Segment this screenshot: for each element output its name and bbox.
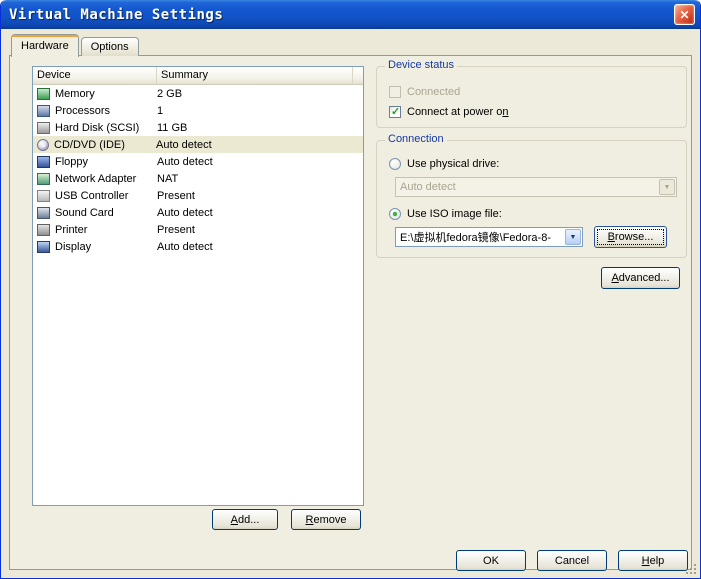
- device-summary: 11 GB: [157, 121, 188, 134]
- use-physical-drive-radio[interactable]: Use physical drive:: [389, 157, 499, 171]
- device-name: Memory: [55, 87, 95, 100]
- remove-button[interactable]: Remove: [291, 509, 361, 530]
- connection-group-label: Connection: [385, 133, 447, 145]
- device-name: Printer: [55, 223, 88, 236]
- column-header-device: Device: [33, 67, 157, 85]
- hard-disk-icon: [37, 121, 50, 134]
- ok-button[interactable]: OK: [456, 550, 526, 571]
- device-summary: Auto detect: [157, 240, 213, 253]
- device-status-group: Device status Connected Connect at power…: [376, 59, 687, 128]
- table-row[interactable]: Processors 1: [33, 102, 363, 119]
- close-button[interactable]: ✕: [674, 4, 695, 25]
- dropdown-arrow-glyph: ▼: [663, 183, 671, 191]
- sound-card-icon: [37, 206, 50, 219]
- device-name: Display: [55, 240, 92, 253]
- connected-checkbox[interactable]: Connected: [389, 85, 460, 99]
- processor-icon: [37, 104, 50, 117]
- titlebar[interactable]: Virtual Machine Settings ✕: [1, 0, 700, 29]
- device-summary: 1: [157, 104, 164, 117]
- cd-dvd-icon: [37, 138, 49, 151]
- device-summary: NAT: [157, 172, 179, 185]
- device-summary: Auto detect: [157, 206, 213, 219]
- connected-checkbox-label: Connected: [407, 86, 461, 98]
- device-summary: Auto detect: [157, 155, 213, 168]
- device-list-body: Memory 2 GB Processors 1 Hard Disk (SCSI) 11 …: [33, 85, 363, 505]
- tab-options-label: Options: [90, 41, 129, 53]
- table-row[interactable]: Printer Present: [33, 221, 363, 238]
- table-row[interactable]: USB Controller Present: [33, 187, 363, 204]
- checkbox-icon: [389, 86, 401, 98]
- table-row[interactable]: Sound Card Auto detect: [33, 204, 363, 221]
- table-row[interactable]: CD/DVD (IDE) Auto detect: [33, 136, 363, 153]
- device-name: Floppy: [55, 155, 89, 168]
- device-summary: 2 GB: [157, 87, 183, 100]
- tab-strip: Hardware Options: [11, 33, 141, 57]
- floppy-icon: [37, 155, 50, 168]
- connection-group: Connection Use physical drive: Auto dete…: [376, 133, 687, 258]
- iso-image-combobox[interactable]: E:\虚拟机fedora镜像\Fedora-8- ▼: [395, 227, 583, 247]
- table-row[interactable]: Display Auto detect: [33, 238, 363, 255]
- table-row[interactable]: Memory 2 GB: [33, 85, 363, 102]
- network-adapter-icon: [37, 172, 50, 185]
- tab-page-hardware: Device Summary Memory 2 GB Processors 1 Hard…: [9, 55, 692, 571]
- help-button[interactable]: Help: [618, 550, 688, 571]
- device-status-group-label: Device status: [385, 59, 458, 71]
- radio-icon: [389, 158, 401, 170]
- device-name: Hard Disk (SCSI): [55, 121, 140, 134]
- device-list: Device Summary Memory 2 GB Processors 1 Hard…: [32, 66, 364, 506]
- tab-hardware-label: Hardware: [21, 40, 69, 52]
- connect-at-power-on-checkbox[interactable]: Connect at power on: [389, 105, 509, 119]
- dropdown-arrow-glyph: ▼: [569, 233, 577, 241]
- radio-icon: [389, 208, 401, 220]
- advanced-button[interactable]: Advanced...: [601, 267, 680, 289]
- table-row[interactable]: Hard Disk (SCSI) 11 GB: [33, 119, 363, 136]
- connect-at-power-on-label: Connect at power on: [407, 106, 509, 118]
- printer-icon: [37, 223, 50, 236]
- close-icon: ✕: [679, 7, 690, 22]
- table-row[interactable]: Network Adapter NAT: [33, 170, 363, 187]
- resize-grip[interactable]: [685, 563, 696, 574]
- dropdown-arrow-icon[interactable]: ▼: [565, 229, 581, 245]
- device-name: USB Controller: [55, 189, 129, 202]
- cancel-button[interactable]: Cancel: [537, 550, 607, 571]
- physical-drive-combobox[interactable]: Auto detect ▼: [395, 177, 677, 197]
- dropdown-arrow-icon[interactable]: ▼: [659, 179, 675, 195]
- iso-image-combobox-value: E:\虚拟机fedora镜像\Fedora-8-: [400, 232, 551, 244]
- device-name: Sound Card: [55, 206, 114, 219]
- browse-button[interactable]: Browse...: [594, 226, 667, 248]
- window-title: Virtual Machine Settings: [9, 6, 224, 23]
- device-summary: Auto detect: [156, 138, 212, 151]
- device-summary: Present: [157, 189, 195, 202]
- use-iso-image-label: Use ISO image file:: [407, 208, 502, 220]
- tab-hardware[interactable]: Hardware: [11, 34, 79, 57]
- table-row[interactable]: Floppy Auto detect: [33, 153, 363, 170]
- device-name: CD/DVD (IDE): [54, 138, 125, 151]
- tab-options[interactable]: Options: [80, 37, 139, 56]
- device-name: Processors: [55, 104, 111, 117]
- add-button[interactable]: Add...: [212, 509, 278, 530]
- checkbox-icon: [389, 105, 401, 118]
- usb-icon: [37, 189, 50, 202]
- device-summary: Present: [157, 223, 195, 236]
- physical-drive-combobox-value: Auto detect: [400, 181, 456, 193]
- memory-icon: [37, 87, 50, 100]
- virtual-machine-settings-window: Virtual Machine Settings ✕ Hardware Opti…: [0, 0, 701, 579]
- use-physical-drive-label: Use physical drive:: [407, 158, 500, 170]
- column-header-summary: Summary: [157, 67, 353, 85]
- device-name: Network Adapter: [55, 172, 137, 185]
- device-list-header: Device Summary: [33, 67, 363, 85]
- use-iso-image-radio[interactable]: Use ISO image file:: [389, 207, 502, 221]
- column-header-filler: [353, 67, 363, 85]
- display-icon: [37, 240, 50, 253]
